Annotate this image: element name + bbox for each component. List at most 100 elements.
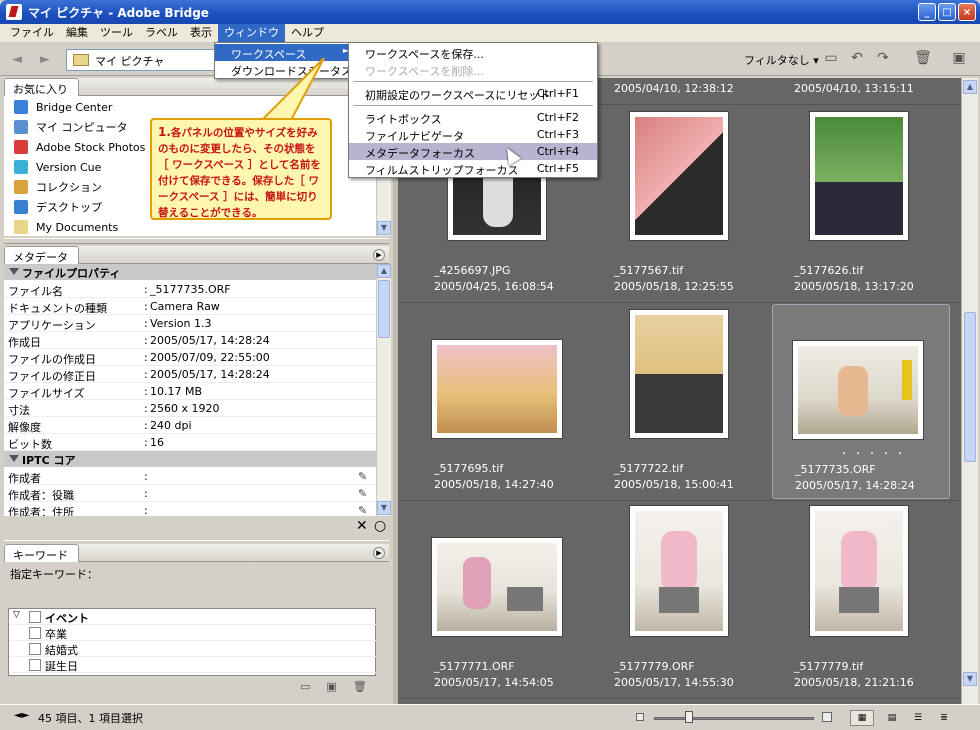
panel-options-icon[interactable]: ▶ — [373, 547, 385, 559]
menu-window[interactable]: ウィンドウ — [218, 24, 285, 42]
thumbnail-cell[interactable]: _5177626.tif 2005/05/18, 13:17:20 — [772, 106, 950, 301]
details-view-button[interactable]: ☰ — [906, 710, 930, 726]
forward-arrow-icon[interactable]: ► — [40, 52, 54, 67]
apply-icon[interactable]: ○ — [374, 518, 386, 534]
thumbnail-image[interactable] — [810, 506, 908, 636]
fav-version-cue[interactable]: Version Cue — [14, 158, 101, 176]
fav-desktop[interactable]: デスクトップ — [14, 198, 102, 216]
tab-metadata[interactable]: メタデータ — [4, 246, 79, 264]
thumbnail-cell[interactable]: _5177779.tif 2005/05/18, 21:21:16 — [772, 502, 950, 697]
menu-item-reset-workspace[interactable]: 初期設定のワークスペースにリセット Ctrl+F1 — [349, 85, 597, 102]
menu-item-metadata-focus[interactable]: メタデータフォーカス Ctrl+F4 — [349, 143, 597, 160]
thumbnail-cell[interactable]: _5177771.ORF 2005/05/17, 14:54:05 — [412, 502, 590, 697]
minimize-button[interactable]: _ — [918, 3, 936, 21]
close-button[interactable]: × — [958, 3, 976, 21]
thumbnail-cell[interactable]: _5177722.tif 2005/05/18, 15:00:41 — [592, 304, 770, 499]
metadata-scrollbar[interactable]: ▲ ▼ — [376, 264, 391, 516]
fav-stock-photos[interactable]: Adobe Stock Photos — [14, 138, 145, 156]
thumbnail-view-button[interactable]: ▦ — [850, 710, 874, 726]
menu-tools[interactable]: ツール — [94, 24, 139, 42]
large-thumb-icon[interactable] — [822, 712, 832, 722]
trash-icon[interactable]: 🗑 — [914, 50, 932, 68]
keyword-checkbox[interactable] — [29, 627, 41, 639]
new-keyword-icon[interactable]: ▣ — [326, 680, 336, 693]
scroll-down-icon[interactable]: ▼ — [963, 672, 977, 686]
thumbnail-image[interactable] — [630, 112, 728, 240]
bridge-center-icon — [14, 100, 28, 114]
small-thumb-icon[interactable] — [636, 713, 644, 721]
slider-knob[interactable] — [685, 711, 694, 723]
meta-colon: : — [144, 419, 148, 432]
filmstrip-view-button[interactable]: ▤ — [880, 710, 904, 726]
keyword-row[interactable]: 結婚式 — [9, 641, 377, 657]
panel-options-icon[interactable]: ▶ — [373, 249, 385, 261]
keyword-checkbox[interactable] — [29, 643, 41, 655]
thumbnail-cell[interactable]: _5177567.tif 2005/05/18, 12:25:55 — [592, 106, 770, 301]
new-folder-icon[interactable]: ▭ — [822, 50, 840, 68]
expand-triangle-icon[interactable]: ▽ — [13, 610, 20, 620]
rotate-left-icon[interactable]: ↶ — [848, 50, 866, 68]
toggle-panels-icon[interactable]: ◄► — [14, 710, 29, 721]
menu-item-download-status[interactable]: ダウンロードステータス — [215, 61, 353, 78]
panel-splitter[interactable] — [4, 238, 389, 244]
fav-my-computer[interactable]: マイ コンピュータ — [14, 118, 128, 136]
menu-item-workspace[interactable]: ワークスペース ► — [215, 44, 353, 61]
maximize-button[interactable]: □ — [938, 3, 956, 21]
content-scrollbar[interactable]: ▲ ▼ — [961, 78, 978, 704]
section-iptc-core[interactable]: IPTC コア — [4, 451, 376, 467]
pencil-icon[interactable]: ✎ — [358, 504, 370, 517]
fav-collections[interactable]: コレクション — [14, 178, 102, 196]
keyword-set-row[interactable]: ▽ イベント — [9, 609, 377, 625]
menu-item-lightbox[interactable]: ライトボックス Ctrl+F2 — [349, 109, 597, 126]
scroll-thumb[interactable] — [378, 280, 390, 338]
menu-help[interactable]: ヘルプ — [285, 24, 330, 42]
thumbnail-image[interactable] — [793, 341, 923, 439]
section-file-properties[interactable]: ファイルプロパティ — [4, 264, 376, 280]
pencil-icon[interactable]: ✎ — [358, 470, 370, 483]
compact-mode-icon[interactable]: ▣ — [950, 50, 968, 68]
thumbnail-image[interactable] — [432, 340, 562, 438]
thumbnail-cell-selected[interactable]: ・・・・・ _5177735.ORF 2005/05/17, 14:28:24 — [772, 304, 950, 499]
fav-my-documents[interactable]: My Documents — [14, 218, 118, 236]
thumbnail-image[interactable] — [630, 310, 728, 438]
menu-view[interactable]: 表示 — [184, 24, 218, 42]
versions-view-button[interactable]: ≣ — [932, 710, 956, 726]
keyword-checkbox[interactable] — [29, 611, 41, 623]
filter-dropdown[interactable]: フィルタなし ▾ — [744, 52, 819, 68]
tab-keywords[interactable]: キーワード — [4, 544, 79, 562]
scroll-up-icon[interactable]: ▲ — [963, 80, 977, 94]
menu-label[interactable]: ラベル — [139, 24, 184, 42]
callout-number: 1. — [158, 125, 171, 139]
menu-item-filmstrip-focus[interactable]: フィルムストリップフォーカス Ctrl+F5 — [349, 160, 597, 177]
scroll-down-icon[interactable]: ▼ — [377, 221, 391, 235]
keyword-row[interactable]: 誕生日 — [9, 657, 377, 673]
thumbnail-cell[interactable]: _5177695.tif 2005/05/18, 14:27:40 — [412, 304, 590, 499]
menu-file[interactable]: ファイル — [4, 24, 60, 42]
scroll-up-icon[interactable]: ▲ — [377, 264, 391, 278]
keyword-checkbox[interactable] — [29, 659, 41, 671]
back-arrow-icon[interactable]: ◄ — [12, 52, 26, 67]
thumbnail-image[interactable] — [432, 538, 562, 636]
iptc-row[interactable]: 作成者：役職: ✎ — [4, 485, 376, 502]
thumbnail-image[interactable] — [810, 112, 908, 240]
scroll-down-icon[interactable]: ▼ — [377, 501, 391, 515]
iptc-row[interactable]: 作成者: ✎ — [4, 468, 376, 485]
rotate-right-icon[interactable]: ↷ — [874, 50, 892, 68]
photo — [437, 345, 557, 433]
menu-item-save-workspace[interactable]: ワークスペースを保存... — [349, 44, 597, 61]
keyword-row[interactable]: 卒業 — [9, 625, 377, 641]
thumbnail-image[interactable] — [630, 506, 728, 636]
cancel-icon[interactable]: ✕ — [356, 518, 368, 534]
menu-item-file-navigator[interactable]: ファイルナビゲータ Ctrl+F3 — [349, 126, 597, 143]
menu-edit[interactable]: 編集 — [60, 24, 94, 42]
tab-favorites[interactable]: お気に入り — [4, 78, 79, 96]
pencil-icon[interactable]: ✎ — [358, 487, 370, 500]
new-keyword-set-icon[interactable]: ▭ — [300, 680, 310, 693]
delete-keyword-icon[interactable]: 🗑 — [353, 680, 367, 693]
fav-bridge-center[interactable]: Bridge Center — [14, 98, 112, 116]
rating-dots[interactable]: ・・・・・ — [839, 445, 909, 460]
thumbnail-size-slider[interactable] — [654, 717, 814, 720]
path-dropdown[interactable]: マイ ピクチャ — [66, 49, 226, 71]
thumbnail-cell[interactable]: _5177779.ORF 2005/05/17, 14:55:30 — [592, 502, 770, 697]
scroll-thumb[interactable] — [964, 312, 976, 462]
